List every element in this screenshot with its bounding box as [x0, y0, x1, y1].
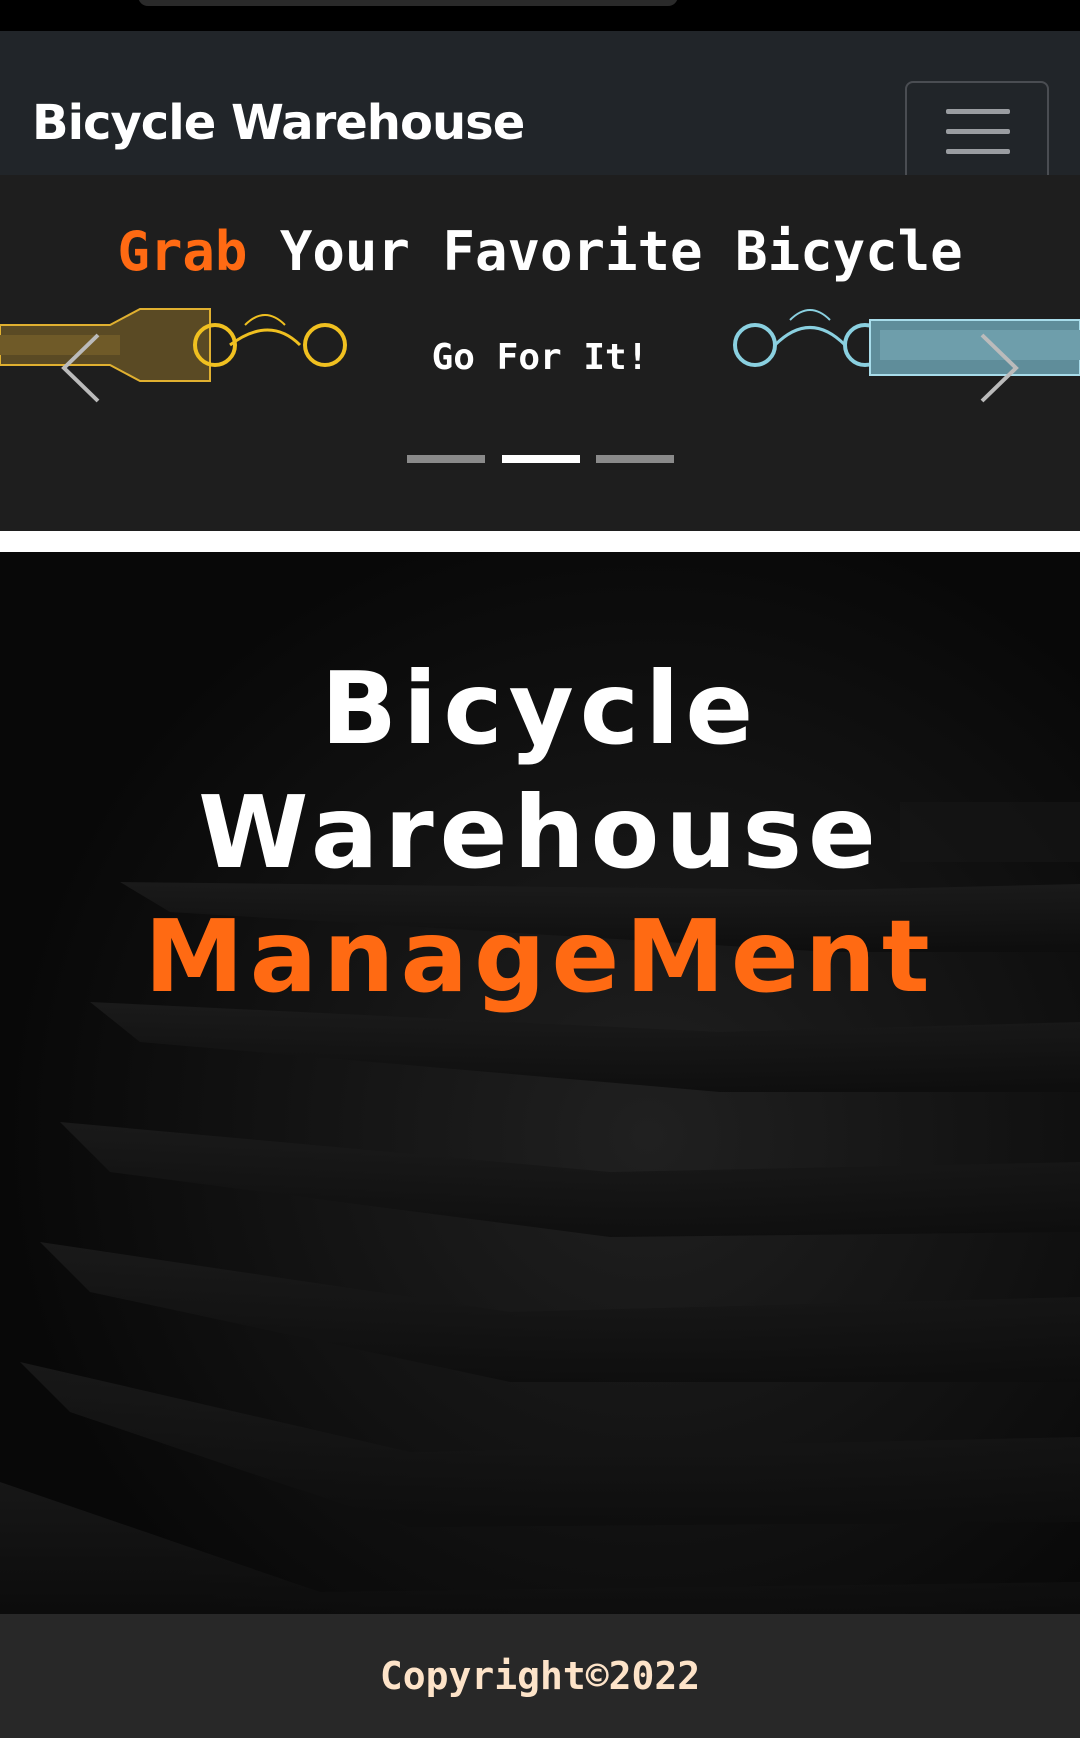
navbar: Bicycle Warehouse: [0, 31, 1080, 183]
section-divider: [0, 531, 1080, 552]
hero-title: Bicycle Warehouse ManageMent: [0, 647, 1080, 1019]
chevron-left-icon: [61, 333, 100, 403]
carousel-title: Grab Your Favorite Bicycle: [0, 220, 1080, 283]
carousel-indicator-active[interactable]: [502, 455, 580, 463]
hero-title-line1: Bicycle: [320, 650, 760, 767]
carousel-indicator[interactable]: [596, 455, 674, 463]
footer-copyright: Copyright©2022: [379, 1654, 701, 1698]
navbar-toggler-button[interactable]: [905, 81, 1049, 183]
carousel-subtitle: Go For It!: [431, 337, 649, 378]
status-bar: [0, 0, 1080, 31]
carousel-indicator[interactable]: [407, 455, 485, 463]
status-bar-notch: [138, 0, 678, 6]
carousel-indicators: [0, 455, 1080, 465]
carousel-next-button[interactable]: [960, 315, 1040, 415]
hero-carousel: Grab Your Favorite Bicycle Go For It!: [0, 175, 1080, 531]
footer: Copyright©2022: [0, 1614, 1080, 1738]
navbar-brand[interactable]: Bicycle Warehouse: [32, 95, 525, 151]
hero-banner: Bicycle Warehouse ManageMent: [0, 552, 1080, 1614]
carousel-title-rest: Your Favorite Bicycle: [247, 220, 963, 283]
chevron-right-icon: [980, 333, 1019, 403]
carousel-title-accent: Grab: [117, 220, 248, 283]
hero-title-line3: ManageMent: [144, 898, 936, 1015]
carousel-prev-button[interactable]: [40, 315, 120, 415]
hero-title-line2: Warehouse: [198, 774, 882, 891]
